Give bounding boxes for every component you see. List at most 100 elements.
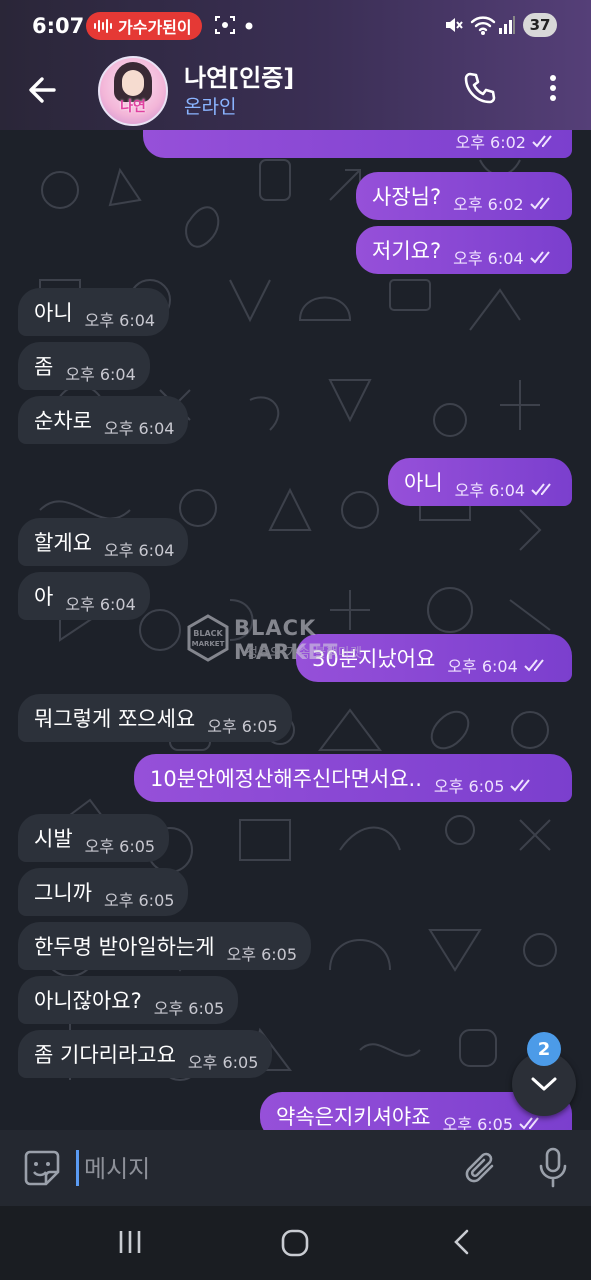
message-time: 오후 6:04 — [453, 249, 524, 268]
wifi-icon — [470, 16, 496, 35]
svg-text:MARKET: MARKET — [192, 640, 225, 648]
message-bubble-in[interactable]: 할게요 오후 6:04 — [18, 518, 189, 566]
chat-area[interactable]: 오후 6:02 사장님? 오후 6:02 저기요? 오후 6:04 아니 오후 … — [0, 130, 591, 1130]
avatar-label: 나연 — [120, 99, 146, 115]
message-bubble-in[interactable]: 좀 오후 6:04 — [18, 342, 150, 390]
message-text: 그니까 — [34, 881, 92, 905]
message-time: 오후 6:04 — [447, 657, 518, 676]
message-bubble-in[interactable]: 순차로 오후 6:04 — [18, 396, 189, 444]
message-time: 오후 6:04 — [103, 419, 175, 438]
message-text: 시발 — [34, 827, 73, 851]
message-bubble-in[interactable]: 한두명 받아일하는게 오후 6:05 — [18, 922, 312, 970]
message-meta: 오후 6:05 — [85, 833, 155, 857]
message-meta: 오후 6:05 — [227, 941, 297, 965]
avatar-face — [122, 70, 144, 96]
home-icon[interactable] — [280, 1228, 310, 1258]
message-time: 오후 6:05 — [433, 777, 505, 796]
composer-bar — [0, 1130, 591, 1206]
message-meta: 오후 6:05 — [434, 773, 536, 797]
battery-indicator: 37 — [523, 13, 557, 37]
message-input[interactable] — [82, 1144, 446, 1194]
message-bubble-in[interactable]: 뭐그렇게 쪼으세요 오후 6:05 — [18, 694, 292, 742]
message-bubble-out[interactable]: 아니 오후 6:04 — [388, 458, 572, 506]
phone-icon[interactable] — [462, 70, 498, 106]
more-vert-icon[interactable] — [540, 70, 566, 106]
unread-count-badge[interactable]: 2 — [527, 1032, 561, 1066]
message-time: 오후 6:02 — [453, 195, 524, 214]
double-check-icon — [532, 135, 552, 148]
contact-name[interactable]: 나연[인증] — [184, 58, 294, 93]
message-text: 순차로 — [34, 409, 92, 433]
message-time: 오후 6:05 — [442, 1115, 514, 1130]
back-arrow-icon[interactable] — [22, 68, 66, 112]
status-time: 6:07 — [32, 14, 85, 38]
message-meta: 오후 6:04 — [65, 361, 135, 385]
message-bubble-out[interactable]: 10분안에정산해주신다면서요.. 오후 6:05 — [134, 754, 572, 802]
message-bubble-in[interactable]: 그니까 오후 6:05 — [18, 868, 189, 916]
message-text: 아니 — [34, 301, 73, 325]
signal-icon — [499, 16, 515, 34]
message-text: 10분안에정산해주신다면서요.. — [150, 767, 422, 791]
message-meta: 오후 6:05 — [154, 995, 224, 1019]
watermark-subtitle: 정보의 가속 블랙마켓 — [246, 646, 362, 661]
sticker-emoji-icon[interactable] — [22, 1148, 62, 1188]
watermark-logo: BLACK MARKET — [187, 614, 229, 662]
double-check-icon — [529, 251, 550, 264]
message-meta: 오후 6:02 — [456, 130, 558, 153]
notification-dot-icon — [245, 22, 253, 30]
message-time: 오후 6:05 — [103, 891, 175, 910]
message-meta: 오후 6:04 — [104, 415, 174, 439]
message-text: 아 — [34, 585, 54, 609]
recording-pill[interactable]: 가수가된이 — [86, 12, 202, 40]
message-meta: 오후 6:05 — [104, 887, 174, 911]
paperclip-icon[interactable] — [462, 1148, 500, 1188]
message-text: 아니잖아요? — [34, 989, 142, 1013]
message-bubble-in[interactable]: 아니잖아요? 오후 6:05 — [18, 976, 239, 1024]
audio-wave-icon — [94, 19, 112, 33]
message-time: 오후 6:02 — [455, 133, 526, 152]
screenshot-icon — [215, 16, 235, 34]
message-bubble-in[interactable]: 아 오후 6:04 — [18, 572, 150, 620]
message-bubble-out[interactable]: 저기요? 오후 6:04 — [356, 226, 572, 274]
message-time: 오후 6:05 — [226, 945, 298, 964]
message-text: 뭐그렇게 쪼으세요 — [34, 707, 196, 731]
message-meta: 오후 6:05 — [207, 713, 277, 737]
message-text: 할게요 — [34, 531, 92, 555]
message-text: 아니 — [404, 471, 443, 495]
chevron-down-icon — [531, 1077, 557, 1091]
message-text: 좀 — [34, 355, 54, 379]
status-bar: 6:07 가수가된이 37 — [0, 0, 591, 54]
message-text: 약속은지키셔야죠 — [276, 1105, 431, 1129]
message-time: 오후 6:04 — [65, 595, 136, 614]
message-time: 오후 6:04 — [454, 481, 526, 500]
message-time: 오후 6:05 — [187, 1053, 259, 1072]
recording-label: 가수가된이 — [118, 18, 192, 37]
message-time: 오후 6:04 — [84, 311, 156, 330]
message-bubble-in[interactable]: 아니 오후 6:04 — [18, 288, 170, 336]
presence-status: 온라인 — [184, 96, 237, 118]
system-nav-bar — [0, 1206, 591, 1280]
watermark: BLACK MARKET BLACK MARKET 정보의 가속 블랙마켓 — [186, 614, 416, 666]
double-check-icon — [524, 659, 544, 672]
message-text: 좀 기다리라고요 — [34, 1043, 176, 1067]
double-check-icon — [531, 483, 551, 496]
text-cursor — [76, 1150, 79, 1186]
message-bubble-in[interactable]: 좀 기다리라고요 오후 6:05 — [18, 1030, 273, 1078]
message-time: 오후 6:05 — [84, 837, 156, 856]
microphone-icon[interactable] — [536, 1146, 570, 1190]
double-check-icon — [529, 197, 550, 210]
avatar[interactable]: 나연 — [98, 56, 168, 126]
svg-text:BLACK: BLACK — [193, 629, 223, 638]
message-text: 저기요? — [372, 239, 442, 263]
message-bubble-out[interactable]: 사장님? 오후 6:02 — [356, 172, 572, 220]
message-time: 오후 6:05 — [153, 999, 225, 1018]
message-bubble-in[interactable]: 시발 오후 6:05 — [18, 814, 170, 862]
back-nav-icon[interactable] — [450, 1228, 474, 1256]
message-meta: 오후 6:05 — [443, 1111, 545, 1130]
message-bubble-out[interactable]: 오후 6:02 — [143, 130, 572, 158]
recent-apps-icon[interactable] — [116, 1228, 144, 1256]
chat-header: 나연 나연[인증] 온라인 — [0, 54, 591, 130]
message-time: 오후 6:04 — [103, 541, 175, 560]
message-time: 오후 6:05 — [207, 717, 278, 736]
message-meta: 오후 6:04 — [453, 245, 555, 269]
